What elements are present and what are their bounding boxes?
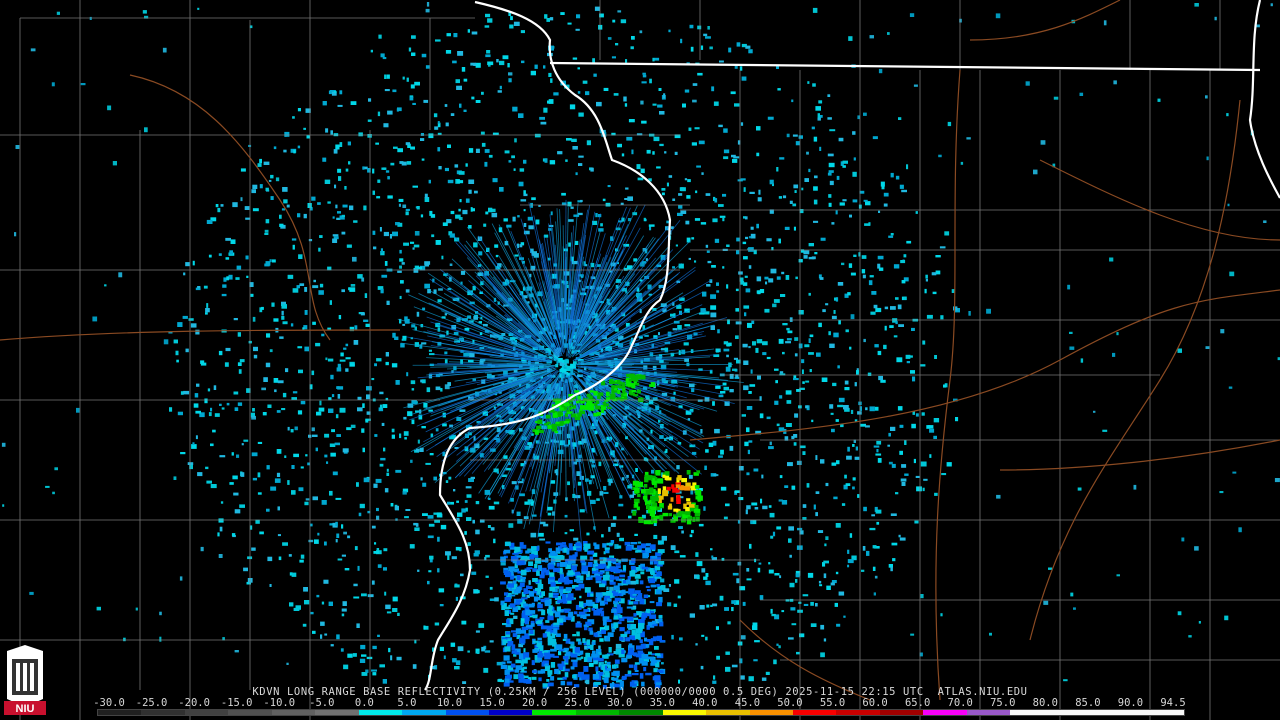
svg-text:NIU: NIU (16, 703, 35, 715)
scale-label: 94.5 (1160, 697, 1186, 709)
colorbar-segment (402, 710, 446, 715)
scale-label: 60.0 (862, 697, 888, 709)
scale-label: -25.0 (135, 697, 168, 709)
scale-label: 20.0 (521, 697, 548, 709)
colorbar-segment (98, 710, 142, 715)
colorbar-segment (706, 710, 750, 715)
scale-label: 65.0 (904, 697, 931, 709)
scale-label: -5.0 (309, 697, 335, 709)
scale-label: 80.0 (1032, 697, 1058, 709)
colorbar-segment (793, 710, 837, 715)
colorbar-segment (1097, 710, 1141, 715)
colorbar-segment (1140, 710, 1184, 715)
colorbar-segment (749, 710, 793, 715)
scale-label: 40.0 (692, 697, 718, 709)
scale-label: 75.0 (990, 697, 1016, 709)
scale-label: 30.0 (607, 697, 633, 709)
reflectivity-scale-labels: -30.0 -25.0 -20.0 -15.0 -10.0 -5.0 0.0 5.0 10.0 1… (88, 697, 1198, 709)
scale-label: 55.0 (819, 697, 846, 709)
colorbar-segment (923, 710, 967, 715)
colorbar-segment (141, 710, 185, 715)
colorbar-segment (879, 710, 924, 715)
scale-label: 50.0 (777, 697, 803, 709)
scale-label: -20.0 (178, 697, 210, 709)
scale-label: 10.0 (436, 697, 463, 709)
colorbar-segment (532, 710, 576, 715)
colorbar-segment (966, 710, 1011, 715)
scale-label: 15.0 (479, 697, 505, 709)
niu-logo: NIU (4, 645, 46, 715)
colorbar-segment (1053, 710, 1098, 715)
scale-label: 70.0 (947, 697, 973, 709)
colorbar-segment (358, 710, 403, 715)
scale-label: -30.0 (93, 697, 125, 709)
colorbar-segment (271, 710, 316, 715)
scale-label: 0.0 (354, 697, 374, 709)
scale-label: 90.0 (1117, 697, 1144, 709)
colorbar-segment (184, 710, 229, 715)
colorbar-segment (488, 710, 533, 715)
colorbar-segment (836, 710, 880, 715)
colorbar-segment (315, 710, 359, 715)
colorbar-segment (662, 710, 707, 715)
colorbar-segment (575, 710, 620, 715)
scale-label: -15.0 (220, 697, 253, 709)
reflectivity-colorbar (97, 709, 1185, 716)
scale-label: -10.0 (263, 697, 296, 709)
colorbar-segment (228, 710, 272, 715)
scale-label: 5.0 (397, 697, 417, 709)
scale-label: 45.0 (734, 697, 761, 709)
scale-label: 85.0 (1075, 697, 1101, 709)
colorbar-segment (619, 710, 663, 715)
colorbar-segment (1010, 710, 1054, 715)
colorbar-segment (445, 710, 489, 715)
scale-label: 25.0 (564, 697, 590, 709)
radar-map (0, 0, 1280, 720)
scale-label: 35.0 (649, 697, 675, 709)
